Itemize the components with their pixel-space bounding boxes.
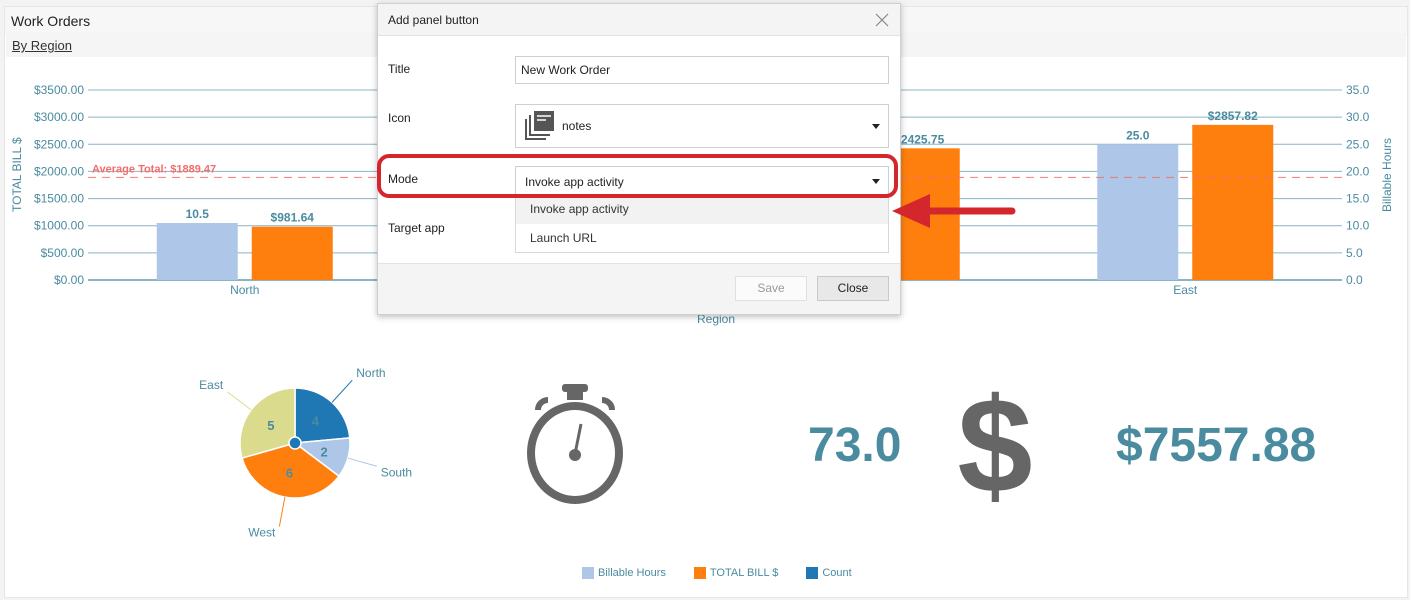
- y-tick-label-left: $0.00: [54, 273, 84, 287]
- save-button[interactable]: Save: [735, 276, 807, 301]
- bar-billable-hours-east: [1097, 144, 1179, 280]
- icon-select[interactable]: notes: [515, 104, 889, 148]
- title-label: Title: [388, 62, 411, 76]
- dialog-footer: Save Close: [378, 263, 900, 314]
- pie-slice-value: 2: [320, 444, 327, 459]
- mode-select[interactable]: Invoke app activity: [515, 166, 889, 195]
- legend-swatch: [693, 567, 706, 579]
- y-tick-label-right: 30.0: [1346, 110, 1370, 124]
- stopwatch-icon: [527, 384, 623, 504]
- bar-value-label: $2857.82: [1208, 109, 1258, 123]
- pie-leader-line: [226, 391, 252, 411]
- pie-slice-label: West: [248, 526, 276, 540]
- pie-slice-value: 4: [312, 414, 320, 429]
- mode-dropdown-menu: Invoke app activity Launch URL: [515, 195, 889, 253]
- legend-label: TOTAL BILL $: [709, 567, 779, 579]
- y-tick-label-left: $1500.00: [34, 192, 84, 206]
- bar-total-bill--east: [1192, 124, 1274, 280]
- legend-item-total-bill[interactable]: TOTAL BILL $: [693, 567, 779, 579]
- legend-swatch: [806, 567, 819, 579]
- y-tick-label-left: $500.00: [41, 246, 85, 260]
- pie-slice-label: East: [199, 378, 224, 392]
- pie-slice-label: South: [381, 465, 412, 479]
- y-tick-label-right: 20.0: [1346, 164, 1370, 178]
- chevron-down-icon: [872, 179, 880, 184]
- dialog-title: Add panel button: [388, 13, 479, 27]
- pie-chart: 4 North 2 South 6 West 5 East: [199, 366, 412, 539]
- pie-slice-label: North: [356, 366, 385, 380]
- x-tick-label: East: [1173, 283, 1198, 297]
- pie-leader-line: [347, 457, 377, 467]
- y-axis-right-title: Billable Hours: [1380, 138, 1394, 212]
- legend-item-billable-hours[interactable]: Billable Hours: [582, 567, 666, 579]
- y-tick-label-left: $2500.00: [34, 137, 84, 151]
- chart-legend: Billable Hours TOTAL BILL $ Count: [582, 567, 852, 579]
- pie-center-dot: [288, 436, 302, 450]
- annotation-arrow-icon: [892, 194, 1016, 228]
- pie-leader-line: [331, 379, 353, 403]
- notes-icon: [525, 111, 554, 140]
- bar-total-bill--north: [251, 226, 333, 280]
- y-tick-label-left: $2000.00: [34, 164, 84, 178]
- y-axis-left-title: TOTAL BILL $: [10, 137, 24, 212]
- close-icon[interactable]: [874, 12, 890, 28]
- y-tick-label-left: $3000.00: [34, 110, 84, 124]
- y-tick-label-right: 5.0: [1346, 246, 1363, 260]
- y-tick-label-right: 25.0: [1346, 137, 1370, 151]
- y-tick-label-left: $1000.00: [34, 219, 84, 233]
- legend-item-count[interactable]: Count: [806, 567, 852, 579]
- target-app-label: Target app: [388, 221, 445, 235]
- bar-billable-hours-north: [156, 223, 238, 280]
- mode-label: Mode: [388, 172, 419, 186]
- dollar-sign-icon: $: [957, 380, 1032, 505]
- mode-option-invoke-app-activity[interactable]: Invoke app activity: [516, 195, 888, 224]
- bar-value-label: $2425.75: [894, 132, 944, 146]
- icon-select-value: notes: [562, 119, 592, 133]
- bar-value-label: 25.0: [1126, 128, 1150, 142]
- y-tick-label-right: 0.0: [1346, 273, 1363, 287]
- svg-text:$: $: [957, 380, 1032, 505]
- icon-label: Icon: [388, 111, 411, 125]
- pie-leader-line: [278, 496, 286, 527]
- bar-value-label: $981.64: [271, 211, 315, 225]
- y-tick-label-right: 10.0: [1346, 219, 1370, 233]
- add-panel-button-dialog: Add panel button Title Icon notes Mode I…: [377, 3, 901, 315]
- dialog-header: Add panel button: [378, 4, 900, 36]
- mode-option-launch-url[interactable]: Launch URL: [516, 224, 888, 253]
- close-button[interactable]: Close: [817, 276, 889, 301]
- legend-swatch: [582, 567, 594, 579]
- mode-select-value: Invoke app activity: [525, 175, 624, 189]
- y-tick-label-left: $3500.00: [34, 83, 84, 97]
- hours-total-kpi: 73.0: [808, 419, 902, 472]
- pie-slice-value: 6: [286, 466, 293, 481]
- bill-total-kpi: $7557.88: [1116, 419, 1317, 472]
- legend-label: Billable Hours: [598, 567, 666, 579]
- average-line-label: Average Total: $1889.47: [92, 163, 216, 175]
- pie-slice-value: 5: [267, 418, 274, 433]
- y-tick-label-right: 35.0: [1346, 83, 1370, 97]
- pie-slice-north: [294, 387, 351, 444]
- legend-label: Count: [822, 567, 852, 579]
- x-tick-label: North: [230, 283, 259, 297]
- chevron-down-icon: [872, 124, 880, 129]
- y-tick-label-right: 15.0: [1346, 192, 1370, 206]
- title-input[interactable]: [515, 56, 889, 84]
- bar-value-label: 10.5: [186, 207, 210, 221]
